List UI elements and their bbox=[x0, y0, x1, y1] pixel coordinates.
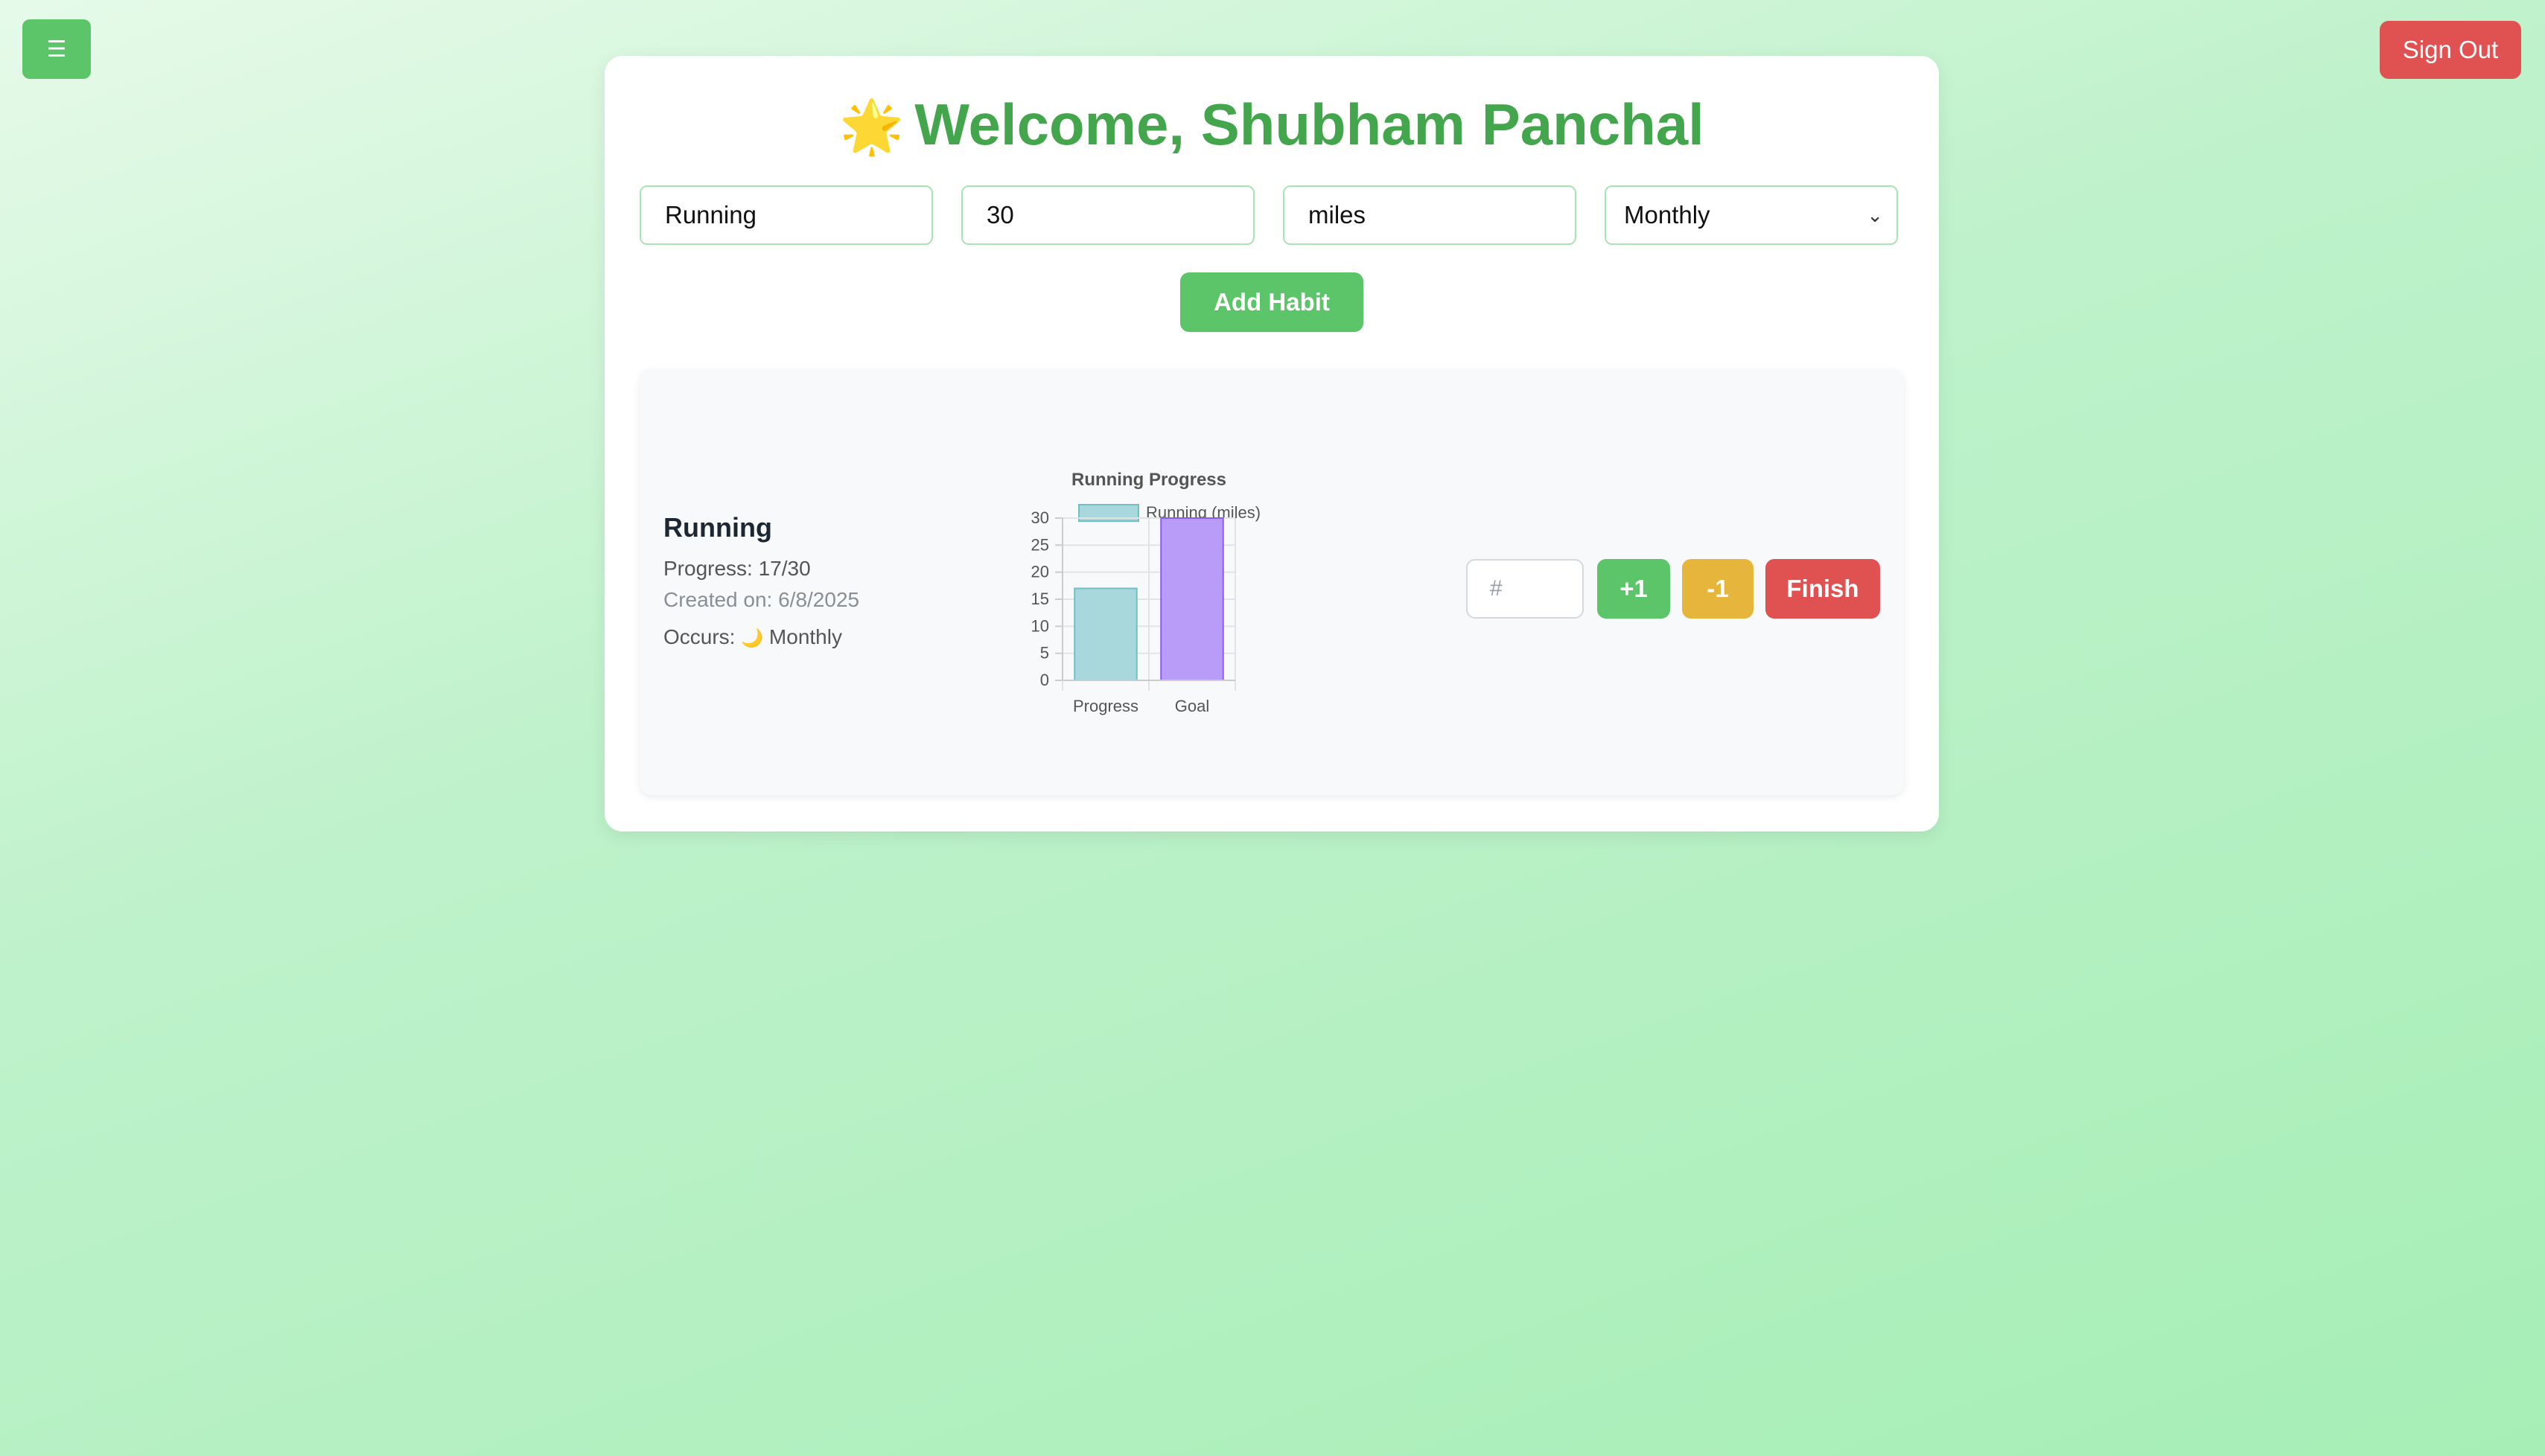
y-tick-label: 20 bbox=[1031, 563, 1049, 581]
amount-placeholder: # bbox=[1490, 576, 1503, 601]
frequency-select[interactable]: Monthly ⌄ bbox=[1605, 185, 1898, 245]
habit-name: Running bbox=[663, 512, 772, 543]
bar-progress bbox=[1074, 587, 1138, 681]
y-tick-label: 15 bbox=[1031, 590, 1049, 608]
y-tick-label: 10 bbox=[1031, 616, 1049, 635]
chart-title: Running Progress bbox=[1071, 470, 1226, 490]
hamburger-icon: ☰ bbox=[46, 36, 67, 62]
chart-svg: Running ProgressRunning (miles)051015202… bbox=[1031, 470, 1261, 715]
decrement-button[interactable]: -1 bbox=[1682, 559, 1754, 619]
bar-goal bbox=[1160, 517, 1224, 681]
y-tick-label: 30 bbox=[1031, 508, 1049, 527]
habit-name-input[interactable]: Running bbox=[640, 185, 933, 245]
y-tick-label: 0 bbox=[1040, 671, 1049, 689]
menu-button[interactable]: ☰ bbox=[22, 19, 91, 79]
habit-created: Created on: 6/8/2025 bbox=[663, 588, 860, 611]
unit-value: miles bbox=[1308, 201, 1366, 229]
moon-icon: 🌙 bbox=[741, 628, 764, 648]
finish-button[interactable]: Finish bbox=[1765, 559, 1880, 619]
habit-controls: # +1 -1 Finish bbox=[1466, 559, 1880, 619]
habit-info: Running Progress: 17/30 Created on: 6/8/… bbox=[663, 512, 961, 657]
goal-input[interactable]: 30 bbox=[961, 185, 1255, 245]
chevron-down-icon: ⌄ bbox=[1867, 203, 1883, 226]
y-tick-label: 25 bbox=[1031, 535, 1049, 554]
sign-out-button[interactable]: Sign Out bbox=[2380, 21, 2521, 79]
progress-chart: Running Progress Running (miles) 0 5 10 15 20 2… bbox=[990, 414, 1377, 756]
welcome-text: Welcome, Shubham Panchal bbox=[914, 92, 1704, 157]
x-tick-label: Goal bbox=[1175, 697, 1209, 715]
frequency-value: Monthly bbox=[1624, 201, 1710, 229]
occurs-label: Occurs: bbox=[663, 625, 736, 648]
habit-occurs: Occurs: 🌙 Monthly bbox=[663, 625, 961, 649]
page-title: 🌟 Welcome, Shubham Panchal bbox=[605, 87, 1939, 162]
habit-name-value: Running bbox=[665, 201, 757, 229]
goal-value: 30 bbox=[987, 201, 1014, 229]
unit-input[interactable]: miles bbox=[1283, 185, 1576, 245]
x-tick-label: Progress bbox=[1073, 697, 1138, 715]
occurs-value: Monthly bbox=[768, 625, 842, 648]
add-habit-button[interactable]: Add Habit bbox=[1180, 272, 1363, 332]
habit-card: Running Progress: 17/30 Created on: 6/8/… bbox=[640, 369, 1904, 795]
habit-progress: Progress: 17/30 bbox=[663, 557, 811, 580]
y-tick-label: 5 bbox=[1040, 644, 1049, 662]
star-icon: 🌟 bbox=[839, 98, 905, 156]
increment-button[interactable]: +1 bbox=[1597, 559, 1670, 619]
amount-input[interactable]: # bbox=[1466, 559, 1584, 619]
main-card: 🌟 Welcome, Shubham Panchal Running 30 mil… bbox=[605, 56, 1939, 831]
